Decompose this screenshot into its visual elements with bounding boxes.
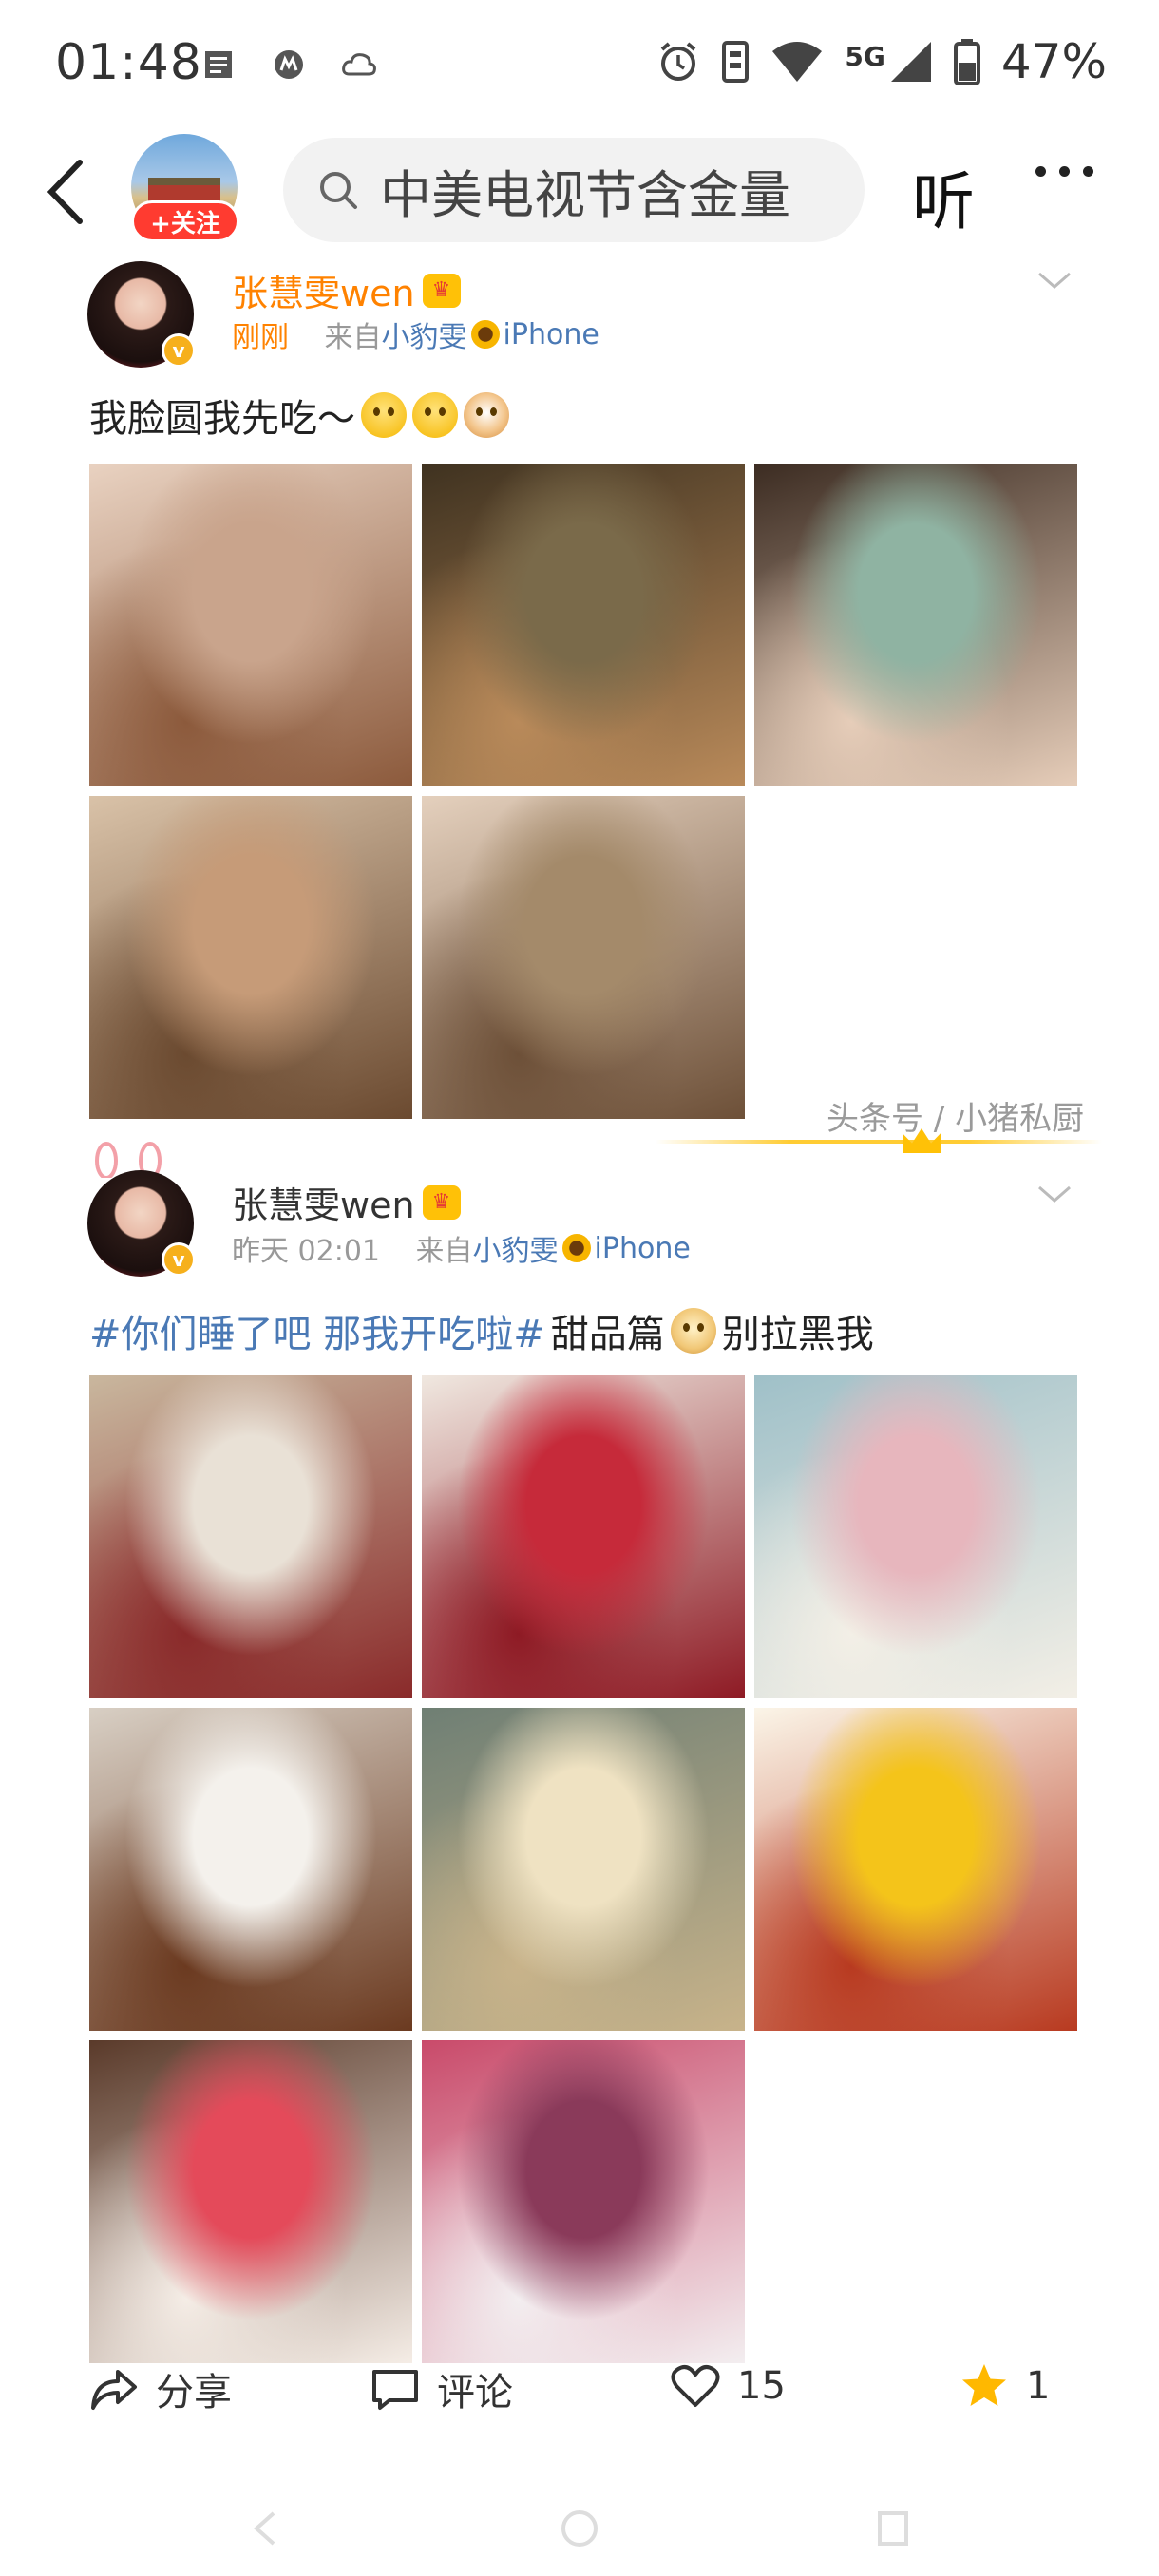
divider-line <box>656 1140 1102 1144</box>
chevron-down-icon[interactable] <box>1036 1182 1074 1206</box>
post-2-avatar[interactable]: v <box>87 1170 196 1277</box>
source-device[interactable]: iPhone <box>595 1232 691 1265</box>
post-time: 刚刚 <box>232 321 289 354</box>
source-device[interactable]: iPhone <box>504 318 599 351</box>
search-query: 中美电视节含金量 <box>380 164 790 225</box>
search-icon <box>320 172 357 209</box>
source-prefix: 来自 <box>415 1235 473 1268</box>
photo-thumbnail-chocolate-dessert-table[interactable] <box>89 1375 412 1698</box>
status-bar: 01:48 5G 47% <box>0 0 1159 128</box>
nav-back-icon[interactable] <box>245 2508 287 2549</box>
nav-home-icon[interactable] <box>559 2508 600 2549</box>
sunflower-icon <box>561 1234 591 1262</box>
alarm-icon <box>661 42 696 81</box>
search-bar[interactable]: 中美电视节含金量 <box>283 138 864 242</box>
photo-thumbnail-girl-eating-2[interactable] <box>422 464 745 786</box>
cloud-icon <box>340 46 378 84</box>
photo-thumbnail-starfruit-pudding[interactable] <box>754 1708 1077 2031</box>
doge-emoji-icon <box>670 1308 716 1354</box>
author-name: 张慧雯wen <box>232 273 415 314</box>
source-name[interactable]: 小豹雯 <box>382 313 467 355</box>
sim-icon <box>722 41 750 83</box>
photo-thumbnail-strawberry-cheesecake[interactable] <box>89 2040 412 2363</box>
watermark-text: 头条号 / 小猪私厨 <box>826 1100 1085 1138</box>
favorite-button[interactable]: 1 <box>960 2361 1050 2411</box>
post-2-author[interactable]: 张慧雯wen ♛ <box>232 1176 461 1228</box>
notes-icon <box>200 46 238 84</box>
chevron-down-icon[interactable] <box>1036 268 1074 293</box>
photo-thumbnail-girl-eating-5[interactable] <box>422 796 745 1119</box>
vip-crown-icon: ♛ <box>422 1184 461 1220</box>
share-label: 分享 <box>156 2371 232 2415</box>
like-count: 15 <box>737 2364 786 2408</box>
vip-crown-icon: ♛ <box>422 273 461 308</box>
signal-icon <box>890 42 931 82</box>
cat-emoji-icon <box>464 392 509 438</box>
like-button[interactable]: 15 <box>671 2361 786 2411</box>
post-2-photo-grid <box>89 1375 1077 2363</box>
status-left-icons <box>200 46 378 84</box>
post-1-text: 我脸圆我先吃～ <box>89 388 509 443</box>
author-name: 张慧雯wen <box>232 1184 415 1226</box>
wifi-icon <box>772 42 823 82</box>
hashtag-link[interactable]: #你们睡了吧 那我开吃啦# <box>89 1303 545 1358</box>
verified-icon: v <box>162 333 196 368</box>
source-prefix: 来自 <box>324 321 382 354</box>
photo-thumbnail-girl-eating-3[interactable] <box>754 464 1077 786</box>
photo-thumbnail-lava-cake[interactable] <box>422 2040 745 2363</box>
photo-thumbnail-girl-eating-4[interactable] <box>89 796 412 1119</box>
cellular-group: 5G <box>845 40 932 84</box>
battery-percent: 47% <box>1000 34 1107 89</box>
post-1-meta: 刚刚 来自 小豹雯 iPhone <box>232 313 599 355</box>
comment-button[interactable]: 评论 <box>370 2361 513 2416</box>
action-bar: 分享 评论 15 1 <box>0 2346 1159 2441</box>
comment-label: 评论 <box>437 2371 513 2415</box>
sunflower-icon <box>470 320 500 349</box>
star-icon <box>962 2364 1006 2406</box>
post-text-mid: 甜品篇 <box>550 1313 665 1356</box>
status-time: 01:48 <box>55 34 202 91</box>
post-text-content: 我脸圆我先吃～ <box>89 397 355 441</box>
smile-emoji-icon <box>412 392 458 438</box>
post-text-end: 别拉黑我 <box>721 1313 874 1356</box>
post-2-meta: 昨天 02:01 来自 小豹雯 iPhone <box>232 1227 691 1269</box>
photo-thumbnail-milkshakes[interactable] <box>754 1375 1077 1698</box>
post-1-avatar[interactable]: v <box>87 261 196 368</box>
comment-icon <box>372 2370 418 2410</box>
post-2-text: #你们睡了吧 那我开吃啦# 甜品篇 别拉黑我 <box>89 1303 874 1358</box>
chevron-left-icon <box>47 160 83 224</box>
photo-thumbnail-raspberry-cake[interactable] <box>422 1375 745 1698</box>
photo-thumbnail-girl-eating-1[interactable] <box>89 464 412 786</box>
source-name[interactable]: 小豹雯 <box>473 1227 559 1269</box>
listen-button[interactable]: 听 <box>912 151 975 242</box>
heart-icon <box>671 2365 720 2407</box>
nav-recents-icon[interactable] <box>872 2508 914 2549</box>
favorite-count: 1 <box>1026 2364 1051 2408</box>
system-nav-bar <box>0 2470 1159 2576</box>
verified-icon: v <box>162 1242 196 1277</box>
post-1-photo-grid <box>89 464 1077 1119</box>
share-icon <box>91 2370 137 2410</box>
smile-emoji-icon <box>361 392 407 438</box>
follow-button[interactable]: +关注 <box>131 200 239 242</box>
status-right-icons: 5G 47% <box>656 34 1107 89</box>
battery-icon <box>953 39 980 85</box>
post-time: 昨天 02:01 <box>232 1235 380 1268</box>
back-button[interactable] <box>38 149 104 235</box>
photo-thumbnail-chocolate-balls[interactable] <box>89 1708 412 2031</box>
more-options-button[interactable] <box>1036 166 1093 177</box>
photo-thumbnail-ice-cream-sundae[interactable] <box>422 1708 745 2031</box>
network-type: 5G <box>845 41 885 72</box>
share-button[interactable]: 分享 <box>89 2361 232 2416</box>
motorola-icon <box>270 46 308 84</box>
post-1-author[interactable]: 张慧雯wen ♛ <box>232 264 461 316</box>
top-nav: +关注 中美电视节含金量 听 <box>0 128 1159 252</box>
